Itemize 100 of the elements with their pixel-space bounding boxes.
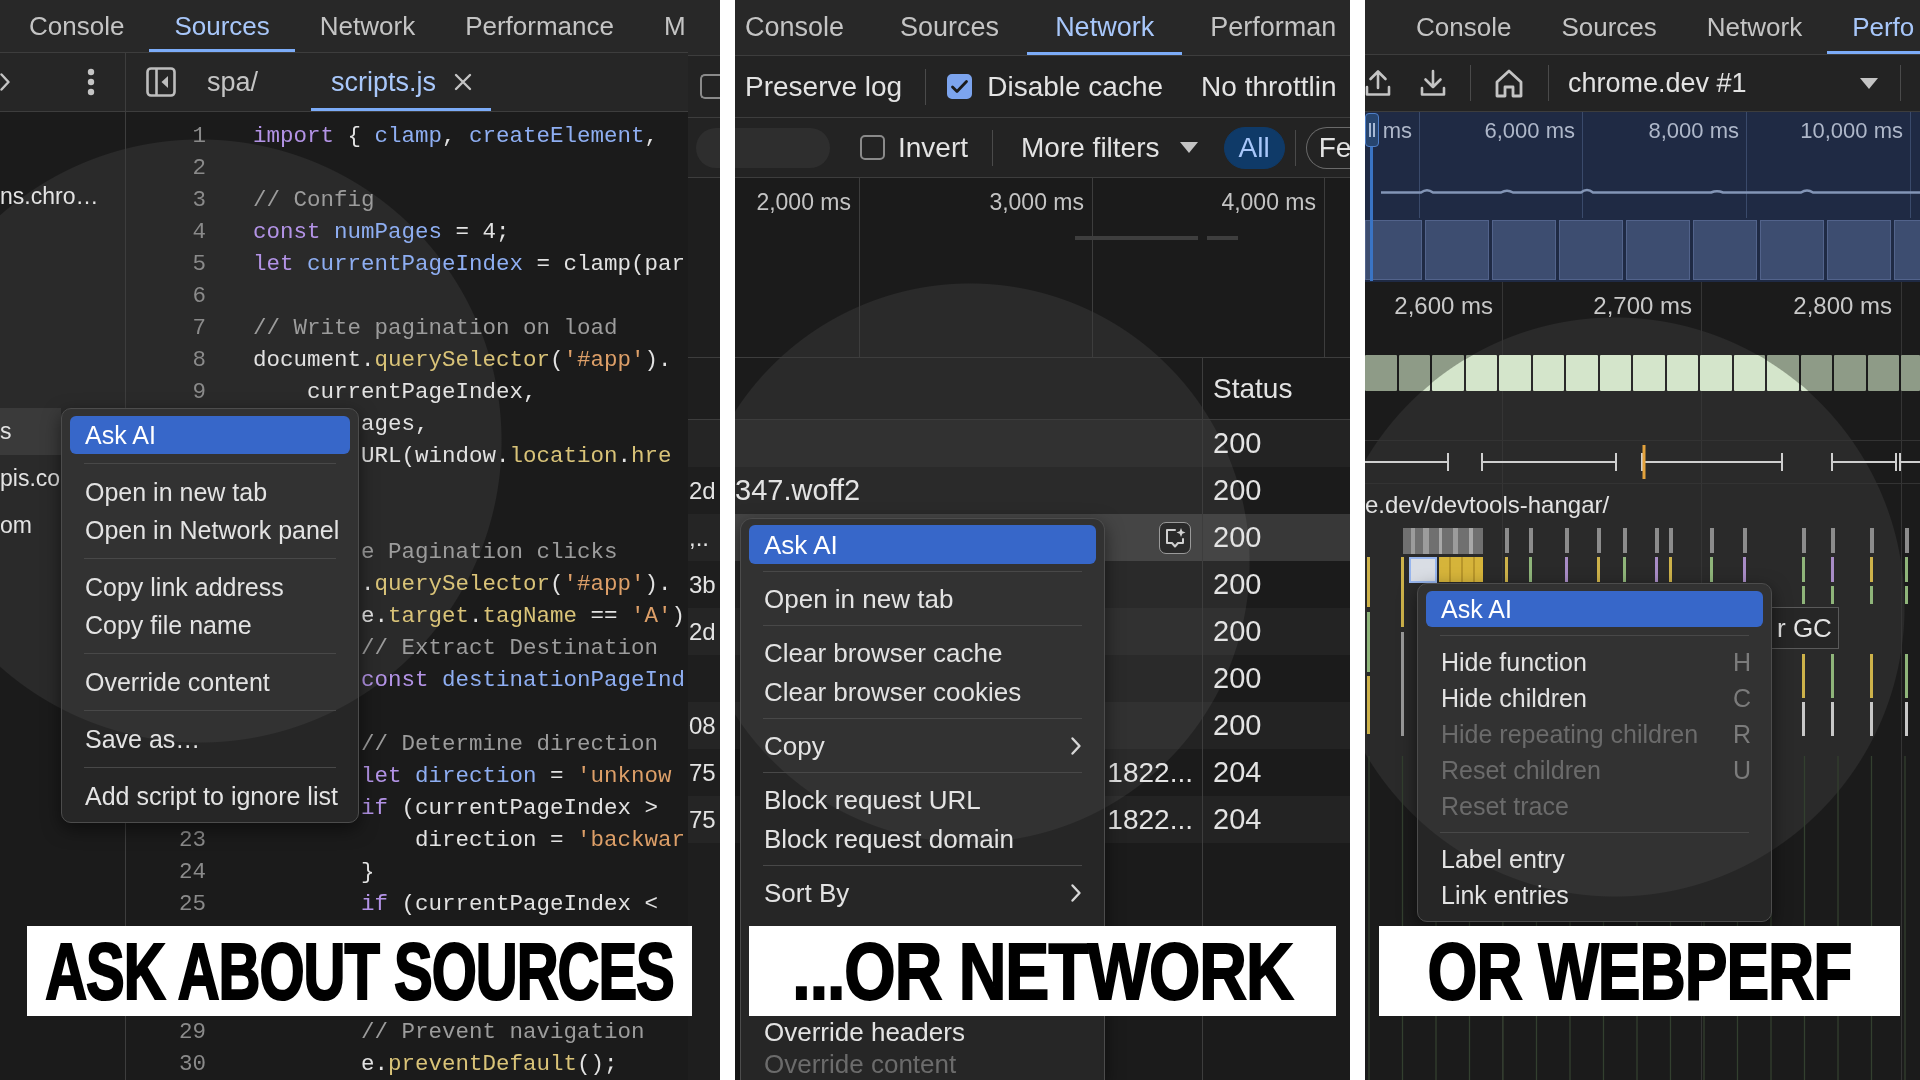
download-icon[interactable] [1420,69,1446,97]
more-filters-button[interactable]: More filters [1021,133,1198,162]
panel-tab[interactable]: Network [1681,0,1828,54]
caret-icon [1179,142,1198,153]
menu-item[interactable]: Open in new tab [749,579,1096,618]
code-line: e.target.tagName == 'A') [361,601,686,631]
flame-entry [1367,557,1370,607]
line-number: 6 [192,282,206,309]
screenshot-thumbnail [1559,220,1623,280]
panel-tab[interactable]: Console [1391,0,1537,54]
more-icon[interactable] [87,68,95,96]
menu-item[interactable]: Ask AI [1426,591,1763,627]
menu-item[interactable]: Override content [70,663,350,701]
menu-item[interactable]: Link entries [1426,877,1763,913]
code-line: currentPageIndex, [307,377,537,407]
menu-item[interactable]: Copy link address [70,568,350,606]
flame-entry [1367,676,1370,734]
checkbox-label[interactable]: Disable cache [987,72,1164,101]
time-label: 2,000 ms [756,191,851,214]
screenshot-thumbnail [1894,220,1920,280]
request-name: 2d [688,478,716,503]
panel-tab[interactable]: Performan [1182,0,1350,55]
menu-item[interactable]: Save as… [70,720,350,758]
checkbox[interactable] [860,135,885,160]
flame-entry [1669,557,1672,582]
flame-entry [1669,528,1673,553]
menu-item[interactable]: Copy file name [70,606,350,644]
file-tree-item[interactable]: ns.chro… [0,173,125,220]
chevron-icon [0,73,10,91]
close-icon[interactable] [454,73,473,91]
status-code: 200 [1213,429,1262,458]
code-line: let direction = 'unknow [361,761,672,791]
status-code: 200 [1213,711,1262,740]
checkbox-label[interactable]: Invert [898,133,969,162]
flame-entry [1831,528,1835,553]
menu-item[interactable]: Hide function H [1426,644,1763,680]
menu-item[interactable]: Copy [749,726,1096,765]
menu-item[interactable]: Open in new tab [70,473,350,511]
menu-item[interactable]: Override headers [749,1016,1096,1048]
frame-tile [1800,355,1832,391]
panel-tab[interactable]: Network [294,0,441,52]
menu-item[interactable]: Sort By [749,873,1096,912]
ask-ai-button[interactable] [1159,521,1191,554]
home-icon[interactable] [1494,68,1524,98]
menu-item[interactable]: Ask AI [70,416,350,454]
frame-tile [1532,355,1564,391]
menu-item[interactable]: Block request URL [749,780,1096,819]
flame-entry [1565,557,1568,582]
flame-entry [1529,528,1533,553]
panel-tab[interactable]: Console [735,0,873,55]
request-name: 1822... [1107,758,1193,787]
status-code: 200 [1213,476,1262,505]
filter-field[interactable] [735,127,830,168]
panel-tab[interactable]: Network [1027,0,1183,55]
recording-select[interactable]: chrome.dev #1 [1559,61,1890,105]
checkbox[interactable] [947,74,973,99]
flame-entry [1802,702,1805,736]
panel-tab[interactable]: Sources [149,0,295,52]
sidebar-toggle-icon[interactable] [146,67,176,97]
range-handle[interactable] [1365,113,1379,281]
file-tree-item[interactable]: pis.co [0,455,61,502]
code-line: import { clamp, createElement, [253,121,659,151]
menu-item[interactable]: Hide children C [1426,680,1763,716]
column-header[interactable]: Status [1213,374,1293,403]
line-number: 1 [192,122,206,149]
panel-tab[interactable]: M [639,0,688,52]
menu-item[interactable]: Clear browser cache [749,633,1096,672]
frame-tile [1465,355,1497,391]
screenshot-thumbnail [1492,220,1556,280]
menu-item[interactable]: Block request domain [749,819,1096,858]
preserve-log-option[interactable]: Preserve log [745,72,903,101]
checkbox[interactable] [700,74,720,99]
menu-item[interactable]: Clear browser cookies [749,672,1096,711]
code-line: if (currentPageIndex < [361,889,659,919]
menu-item[interactable]: Open in Network panel [70,511,350,549]
panel-tab[interactable]: Performance [440,0,639,52]
throttling-select[interactable]: No throttlin [1201,72,1337,101]
panel-tab[interactable]: Sources [872,0,1028,55]
file-tab[interactable]: spa/ [191,53,275,111]
caret-icon [1860,77,1878,89]
request-name: 08 [688,713,716,738]
upload-icon[interactable] [1365,69,1391,97]
menu-item[interactable]: Label entry [1426,841,1763,877]
menu-item[interactable]: Ask AI [749,525,1096,564]
filter-field[interactable] [696,127,720,168]
flame-entry [1870,557,1873,582]
frame-tile [1867,355,1899,391]
panel-tab[interactable]: Sources [1536,0,1682,54]
frame-tile [1566,355,1598,391]
code-line: if (currentPageIndex > [361,793,659,823]
panel-tab[interactable]: Console [4,0,150,52]
filter-chip[interactable]: All [1223,126,1285,169]
panel-tab[interactable]: Perfo [1827,0,1920,54]
code-line: // Write pagination on load [253,313,618,343]
file-tree-item[interactable]: om [0,502,61,549]
file-tab[interactable]: scripts.js [311,53,492,111]
code-line: // Extract Destination [361,633,659,663]
file-tree-item[interactable]: s [0,408,61,455]
frame-tile [1733,355,1765,391]
menu-item[interactable]: Add script to ignore list [70,777,350,815]
